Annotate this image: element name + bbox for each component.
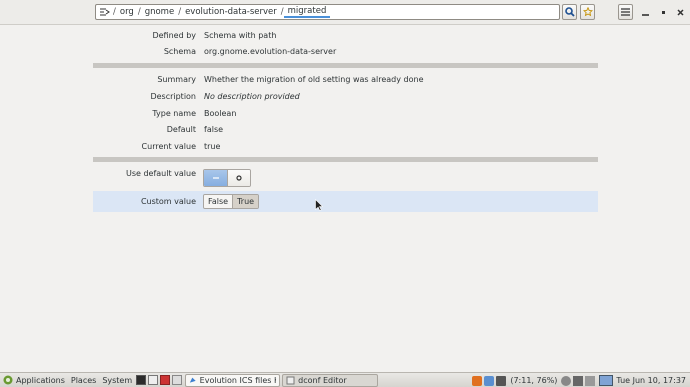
description-row: Description No description provided (93, 88, 598, 104)
applications-label: Applications (16, 375, 65, 385)
schema-label: Schema (163, 46, 196, 56)
description-label: Description (150, 91, 196, 101)
type-row: Type name Boolean (93, 105, 598, 121)
screenshot-launcher-icon[interactable] (160, 375, 171, 385)
current-value-label: Current value (141, 141, 196, 151)
current-value: true (204, 141, 221, 151)
summary-row: Summary Whether the migration of old set… (93, 71, 598, 87)
maximize-button[interactable] (657, 5, 669, 19)
task-label-dconf: dconf Editor (298, 375, 347, 385)
default-value: false (204, 124, 224, 134)
hamburger-menu-icon (621, 8, 630, 16)
evolution-app-icon (189, 377, 196, 383)
close-button[interactable] (674, 5, 686, 19)
use-default-switch[interactable] (203, 169, 251, 187)
breadcrumb-org[interactable]: org (116, 7, 138, 17)
keyboard-icon[interactable] (585, 375, 596, 386)
dconf-app-icon (286, 376, 295, 384)
custom-value-true-button[interactable]: True (232, 195, 259, 208)
places-menu[interactable]: Places (68, 373, 99, 387)
default-row: Default false (93, 121, 598, 137)
breadcrumb-gnome[interactable]: gnome (141, 7, 179, 17)
custom-value-label: Custom value (140, 197, 196, 206)
current-value-row: Current value true (93, 138, 598, 154)
bookmark-button[interactable] (580, 4, 595, 20)
places-label: Places (70, 375, 97, 385)
description-value: No description provided (204, 91, 300, 101)
system-menu[interactable]: System (99, 373, 135, 387)
type-label: Type name (152, 108, 196, 118)
switch-on-segment[interactable] (204, 170, 228, 186)
switch-off-icon (236, 175, 242, 181)
clock[interactable]: Tue Jun 10, 17:37 (616, 376, 686, 385)
custom-value-selector[interactable]: False True (203, 194, 260, 209)
use-default-label: Use default value (125, 168, 196, 178)
system-label: System (102, 375, 133, 385)
workspace-switcher[interactable] (599, 375, 614, 386)
text-editor-launcher-icon[interactable] (148, 375, 159, 385)
maximize-icon (661, 10, 665, 14)
schema-row: Schema org.gnome.evolution-data-server (93, 43, 598, 59)
network-icon[interactable] (484, 375, 495, 386)
section-separator (93, 63, 598, 68)
task-button-evolution[interactable]: Evolution ICS files Ke... (185, 373, 281, 387)
type-value: Boolean (204, 108, 237, 118)
defined-by-label: Defined by (152, 30, 196, 40)
task-button-dconf[interactable]: dconf Editor (282, 373, 379, 387)
breadcrumb-evolution-data-server[interactable]: evolution-data-server (181, 7, 281, 17)
distro-logo-icon (3, 375, 13, 385)
search-icon (564, 7, 575, 17)
breadcrumb-migrated[interactable]: migrated (283, 6, 331, 18)
mouse-pointer-icon (315, 199, 323, 211)
battery-status: (7:11, 76%) (510, 376, 558, 385)
header-bar: / org / gnome / evolution-data-server / … (0, 0, 690, 25)
taskbar: Applications Places System Evolution ICS… (0, 372, 690, 387)
custom-value-row: Custom value False True (93, 191, 598, 212)
task-label-evolution: Evolution ICS files Ke... (199, 375, 277, 385)
battery-icon[interactable] (496, 375, 507, 386)
minimize-icon (641, 13, 649, 16)
default-label: Default (166, 124, 196, 134)
custom-value-false-button[interactable]: False (204, 195, 233, 208)
switch-off-segment[interactable] (227, 170, 250, 186)
files-launcher-icon[interactable] (172, 375, 183, 385)
menu-button[interactable] (618, 4, 633, 20)
applications-menu[interactable]: Applications (0, 373, 68, 387)
star-icon (582, 7, 593, 17)
volume-icon[interactable] (573, 375, 584, 386)
brightness-icon[interactable] (561, 375, 572, 386)
minimize-button[interactable] (639, 5, 651, 19)
path-edit-icon[interactable] (99, 6, 111, 18)
terminal-launcher-icon[interactable] (136, 375, 147, 385)
update-notifier-icon[interactable] (472, 375, 483, 386)
custom-value-label-wrap: Custom value (93, 191, 196, 212)
defined-by-value: Schema with path (204, 30, 277, 40)
use-default-row: Use default value (93, 165, 598, 181)
path-bar[interactable]: / org / gnome / evolution-data-server / … (95, 4, 560, 20)
summary-value: Whether the migration of old setting was… (204, 74, 424, 84)
schema-value: org.gnome.evolution-data-server (204, 46, 337, 56)
section-separator (93, 157, 598, 162)
defined-by-row: Defined by Schema with path (93, 27, 598, 43)
system-tray: (7:11, 76%) Tue Jun 10, 17:37 (471, 373, 690, 387)
summary-label: Summary (157, 74, 196, 84)
close-icon (676, 8, 684, 16)
switch-on-icon (212, 177, 219, 179)
search-button[interactable] (562, 4, 577, 20)
